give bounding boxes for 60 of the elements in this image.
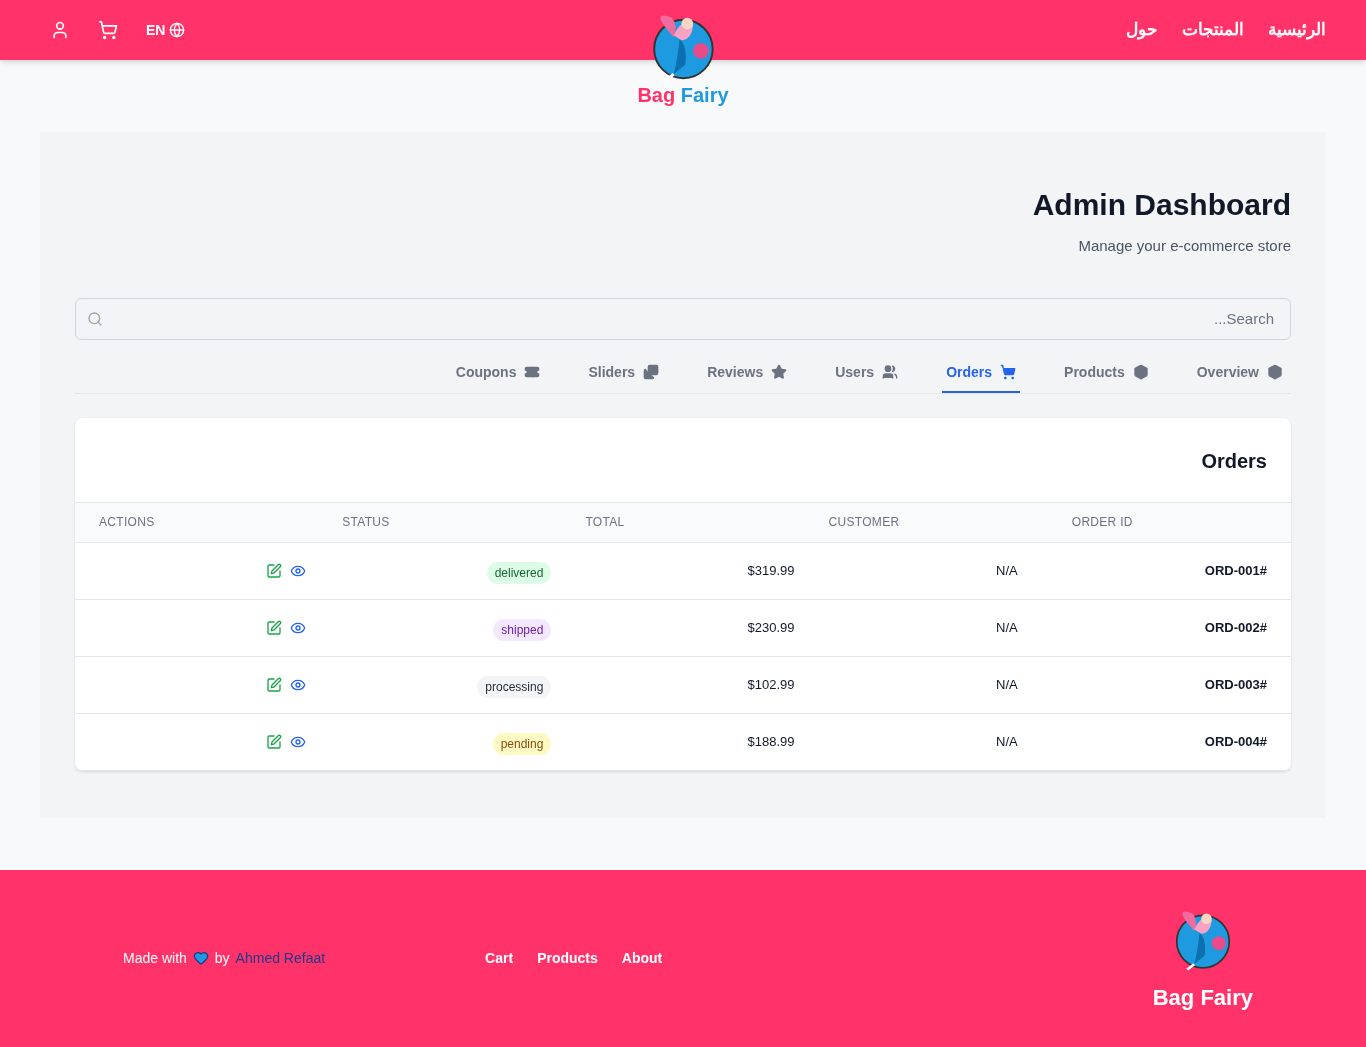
search-field[interactable]: ...Search [75, 297, 1291, 340]
order-id: ORD-004# [1204, 733, 1267, 749]
order-id: ORD-003# [1204, 676, 1267, 692]
order-id: ORD-002# [1204, 619, 1267, 635]
column-header: ORDER ID [1071, 515, 1133, 530]
edit-icon[interactable] [266, 562, 283, 579]
column-header: STATUS [342, 515, 390, 530]
column-header: TOTAL [585, 515, 625, 530]
total-cell: $188.99 [747, 733, 795, 749]
tab[interactable]: Users [831, 353, 903, 393]
nav-link[interactable]: المنتجات [1182, 17, 1244, 43]
tab-icon [771, 364, 788, 380]
cart-icon[interactable] [98, 20, 118, 40]
author-link[interactable]: Ahmed Refaat [235, 947, 326, 969]
tab[interactable]: Coupons [451, 353, 545, 393]
page-subtitle: Manage your e-commerce store [1077, 236, 1291, 256]
customer-cell: N/A [996, 676, 1018, 692]
footer-brand: Bag Fairy [1152, 983, 1253, 1012]
page-title: Admin Dashboard [1031, 187, 1291, 223]
footer-link[interactable]: Products [537, 947, 598, 969]
tab[interactable]: Products [1060, 353, 1153, 393]
status-badge: pending [492, 732, 552, 755]
tab[interactable]: Orders [942, 353, 1021, 393]
edit-icon[interactable] [266, 619, 283, 636]
order-id: ORD-001# [1204, 562, 1267, 578]
nav-link[interactable]: الرئيسية [1268, 17, 1326, 43]
globe-icon [169, 22, 186, 38]
footer-link[interactable]: Cart [485, 947, 514, 969]
column-header: CUSTOMER [828, 515, 900, 530]
brand-name[interactable]: Bag Fairy [637, 80, 729, 110]
tab-icon [1267, 364, 1283, 380]
tab-icon [1000, 364, 1017, 380]
customer-cell: N/A [996, 562, 1018, 578]
tab-icon [882, 364, 899, 380]
heart-icon [192, 950, 209, 967]
status-badge: delivered [486, 561, 552, 584]
customer-cell: N/A [996, 733, 1018, 749]
status-badge: processing [477, 675, 552, 698]
status-badge: shipped [493, 618, 552, 641]
credit-text: Made with [123, 948, 187, 968]
credit-text: by [214, 948, 230, 968]
tab-icon [1132, 364, 1149, 380]
customer-cell: N/A [996, 619, 1018, 635]
nav-link[interactable]: حول [1126, 17, 1158, 43]
tab[interactable]: Overview [1192, 353, 1287, 393]
total-cell: $319.99 [747, 562, 795, 578]
card-title: Orders [1200, 448, 1268, 474]
total-cell: $230.99 [747, 619, 795, 635]
total-cell: $102.99 [747, 676, 795, 692]
tab-icon [643, 364, 660, 380]
column-header: ACTIONS [99, 515, 155, 530]
tab-icon [524, 364, 541, 380]
footer-link[interactable]: About [621, 947, 663, 969]
language-button[interactable]: EN [146, 20, 186, 40]
edit-icon[interactable] [266, 733, 283, 750]
search-icon [87, 310, 103, 327]
user-icon[interactable] [50, 20, 70, 40]
tab[interactable]: Sliders [584, 353, 664, 393]
tab[interactable]: Reviews [703, 353, 792, 393]
edit-icon[interactable] [266, 676, 283, 693]
